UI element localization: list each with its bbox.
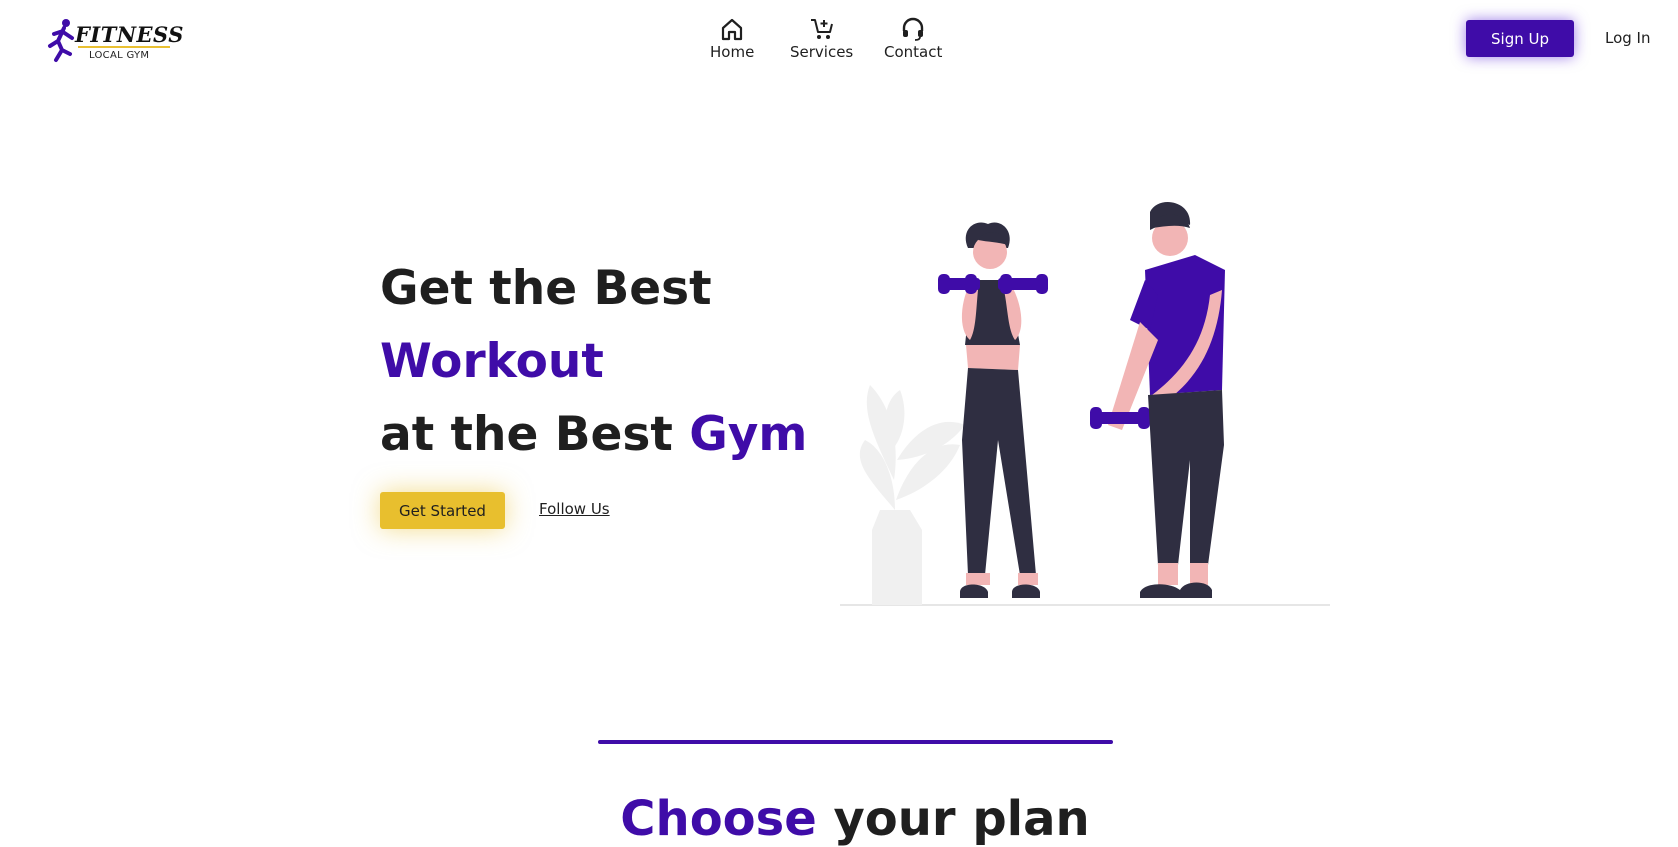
sign-up-button[interactable]: Sign Up (1466, 20, 1574, 57)
nav-item-services[interactable]: Services (790, 16, 853, 61)
hero-headline-line3: at the Best Gym (380, 411, 807, 458)
nav-label-home: Home (710, 43, 755, 61)
plans-heading-rest: your plan (816, 791, 1090, 847)
nav-item-home[interactable]: Home (710, 16, 754, 61)
brand-tagline: LOCAL GYM (89, 50, 150, 61)
cart-icon (810, 19, 833, 39)
get-started-button[interactable]: Get Started (380, 492, 505, 529)
hero-headline-line3-prefix: at the Best (380, 407, 690, 462)
headset-icon (902, 17, 924, 41)
log-in-link[interactable]: Log In (1605, 29, 1651, 47)
site-header: FITNESS LOCAL GYM Home Services Contact … (0, 0, 1678, 80)
workout-illustration (840, 202, 1330, 606)
section-divider (598, 740, 1113, 744)
hero-headline-line3-accent: Gym (689, 407, 808, 462)
woman-figure (938, 222, 1048, 598)
nav-label-services: Services (790, 43, 854, 61)
nav-item-contact[interactable]: Contact (884, 16, 942, 61)
brand-name: FITNESS (75, 22, 184, 47)
plans-heading-accent: Choose (620, 791, 817, 847)
man-figure (1090, 202, 1225, 598)
brand-underline (78, 46, 170, 48)
brand-logo[interactable]: FITNESS LOCAL GYM (42, 18, 183, 64)
follow-us-link[interactable]: Follow Us (539, 500, 610, 518)
runner-logo-icon (48, 19, 74, 62)
plant-decoration (859, 385, 965, 605)
nav-label-contact: Contact (884, 43, 943, 61)
hero-headline-line2: Workout (380, 334, 604, 389)
plans-heading: Choose your plan (0, 795, 1678, 843)
home-icon (722, 18, 743, 41)
hero-headline-line1: Get the Best (380, 261, 712, 316)
